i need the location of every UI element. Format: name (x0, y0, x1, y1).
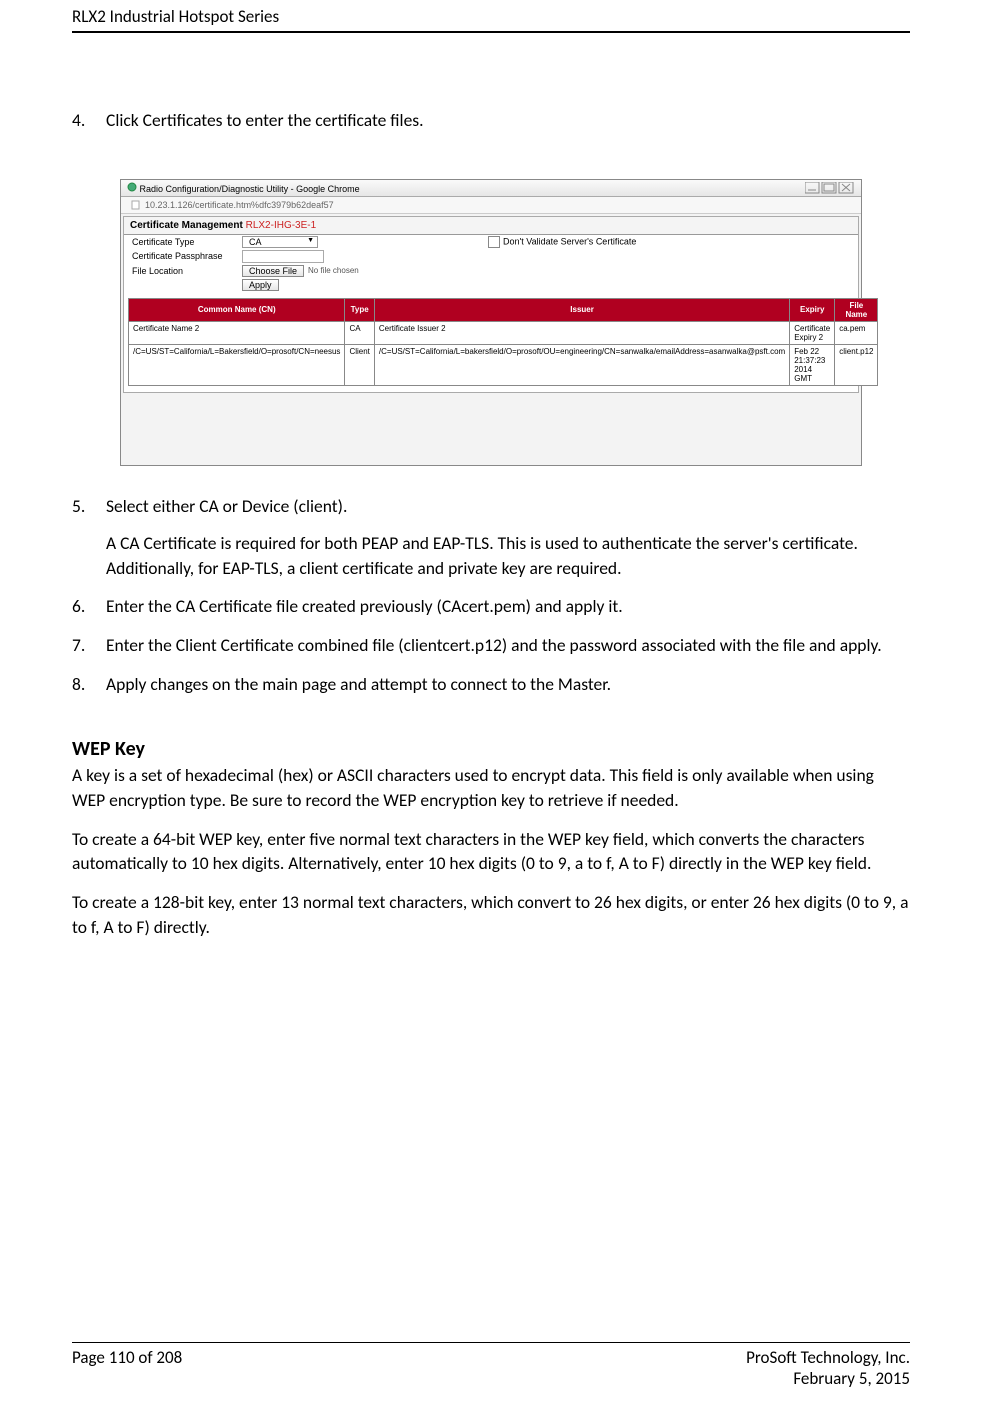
cell-expiry: Certificate Expiry 2 (790, 321, 835, 344)
file-location-label: File Location (132, 266, 242, 276)
window-controls[interactable] (805, 182, 855, 194)
step-num: 7. (72, 633, 106, 658)
col-expiry: Expiry (790, 298, 835, 321)
col-cn: Common Name (CN) (129, 298, 345, 321)
step-text: Apply changes on the main page and attem… (106, 672, 910, 697)
cell-file: ca.pem (835, 321, 878, 344)
cell-cn: Certificate Name 2 (129, 321, 345, 344)
cell-issuer: Certificate Issuer 2 (374, 321, 789, 344)
choose-file-button[interactable]: Choose File (242, 265, 304, 277)
app-icon (127, 182, 137, 192)
footer-company: ProSoft Technology, Inc. (746, 1347, 910, 1368)
step-7: 7. Enter the Client Certificate combined… (72, 633, 910, 658)
col-file: File Name (835, 298, 878, 321)
step-4: 4. Click Certificates to enter the certi… (72, 108, 910, 133)
footer-date: February 5, 2015 (746, 1368, 910, 1389)
table-row: Certificate Name 2 CA Certificate Issuer… (129, 321, 878, 344)
wep-para-2: To create a 64-bit WEP key, enter five n… (72, 827, 910, 877)
step-text: Click Certificates to enter the certific… (106, 108, 910, 133)
step-8: 8. Apply changes on the main page and at… (72, 672, 910, 697)
step-subtext: A CA Certificate is required for both PE… (106, 531, 910, 581)
step-6: 6. Enter the CA Certificate file created… (72, 594, 910, 619)
cert-table: Common Name (CN) Type Issuer Expiry File… (128, 298, 878, 386)
cell-type: CA (345, 321, 374, 344)
footer-page: Page 110 of 208 (72, 1347, 182, 1389)
step-text: Select either CA or Device (client). A C… (106, 494, 910, 581)
dont-validate-checkbox[interactable]: Don't Validate Server's Certificate (488, 236, 636, 248)
cert-management-panel: Certificate Management RLX2-IHG-3E-1 Cer… (123, 216, 859, 393)
table-row: /C=US/ST=California/L=Bakersfield/O=pros… (129, 344, 878, 385)
window-titlebar: Radio Configuration/Diagnostic Utility -… (121, 180, 861, 197)
window-title: Radio Configuration/Diagnostic Utility -… (127, 182, 360, 194)
page-header: RLX2 Industrial Hotspot Series (72, 0, 910, 33)
col-type: Type (345, 298, 374, 321)
page-footer: Page 110 of 208 ProSoft Technology, Inc.… (72, 1342, 910, 1389)
footer-rule (72, 1342, 910, 1343)
step-text: Enter the Client Certificate combined fi… (106, 633, 910, 658)
table-header-row: Common Name (CN) Type Issuer Expiry File… (129, 298, 878, 321)
cell-cn: /C=US/ST=California/L=Bakersfield/O=pros… (129, 344, 345, 385)
window-title-text: Radio Configuration/Diagnostic Utility -… (140, 184, 360, 194)
step-num: 4. (72, 108, 106, 133)
cell-file: client.p12 (835, 344, 878, 385)
cell-issuer: /C=US/ST=California/L=bakersfield/O=pros… (374, 344, 789, 385)
url-bar[interactable]: 10.23.1.126/certificate.htm%dfc3979b62de… (121, 197, 861, 214)
dont-validate-label: Don't Validate Server's Certificate (503, 236, 636, 246)
wep-para-3: To create a 128-bit key, enter 13 normal… (72, 890, 910, 940)
cert-type-select[interactable]: CA (242, 236, 318, 248)
url-text: 10.23.1.126/certificate.htm%dfc3979b62de… (145, 200, 334, 210)
header-rule (72, 31, 910, 33)
cert-type-label: Certificate Type (132, 237, 242, 247)
col-issuer: Issuer (374, 298, 789, 321)
passphrase-input[interactable] (242, 250, 324, 263)
cert-section-header: Certificate Management RLX2-IHG-3E-1 (124, 217, 858, 235)
cell-expiry: Feb 22 21:37:23 2014 GMT (790, 344, 835, 385)
cert-section-title: Certificate Management (130, 220, 243, 231)
no-file-text: No file chosen (308, 266, 359, 275)
step-num: 5. (72, 494, 106, 581)
step-text: Enter the CA Certificate file created pr… (106, 594, 910, 619)
step-5: 5. Select either CA or Device (client). … (72, 494, 910, 581)
wep-heading: WEP Key (72, 737, 910, 761)
step-num: 6. (72, 594, 106, 619)
step-num: 8. (72, 672, 106, 697)
header-title: RLX2 Industrial Hotspot Series (72, 0, 910, 27)
checkbox-icon[interactable] (488, 236, 500, 248)
embedded-screenshot: Radio Configuration/Diagnostic Utility -… (120, 179, 862, 466)
passphrase-label: Certificate Passphrase (132, 251, 242, 261)
wep-para-1: A key is a set of hexadecimal (hex) or A… (72, 763, 910, 813)
device-label: RLX2-IHG-3E-1 (246, 220, 317, 231)
page-icon (131, 200, 141, 210)
cell-type: Client (345, 344, 374, 385)
apply-button[interactable]: Apply (242, 279, 279, 291)
